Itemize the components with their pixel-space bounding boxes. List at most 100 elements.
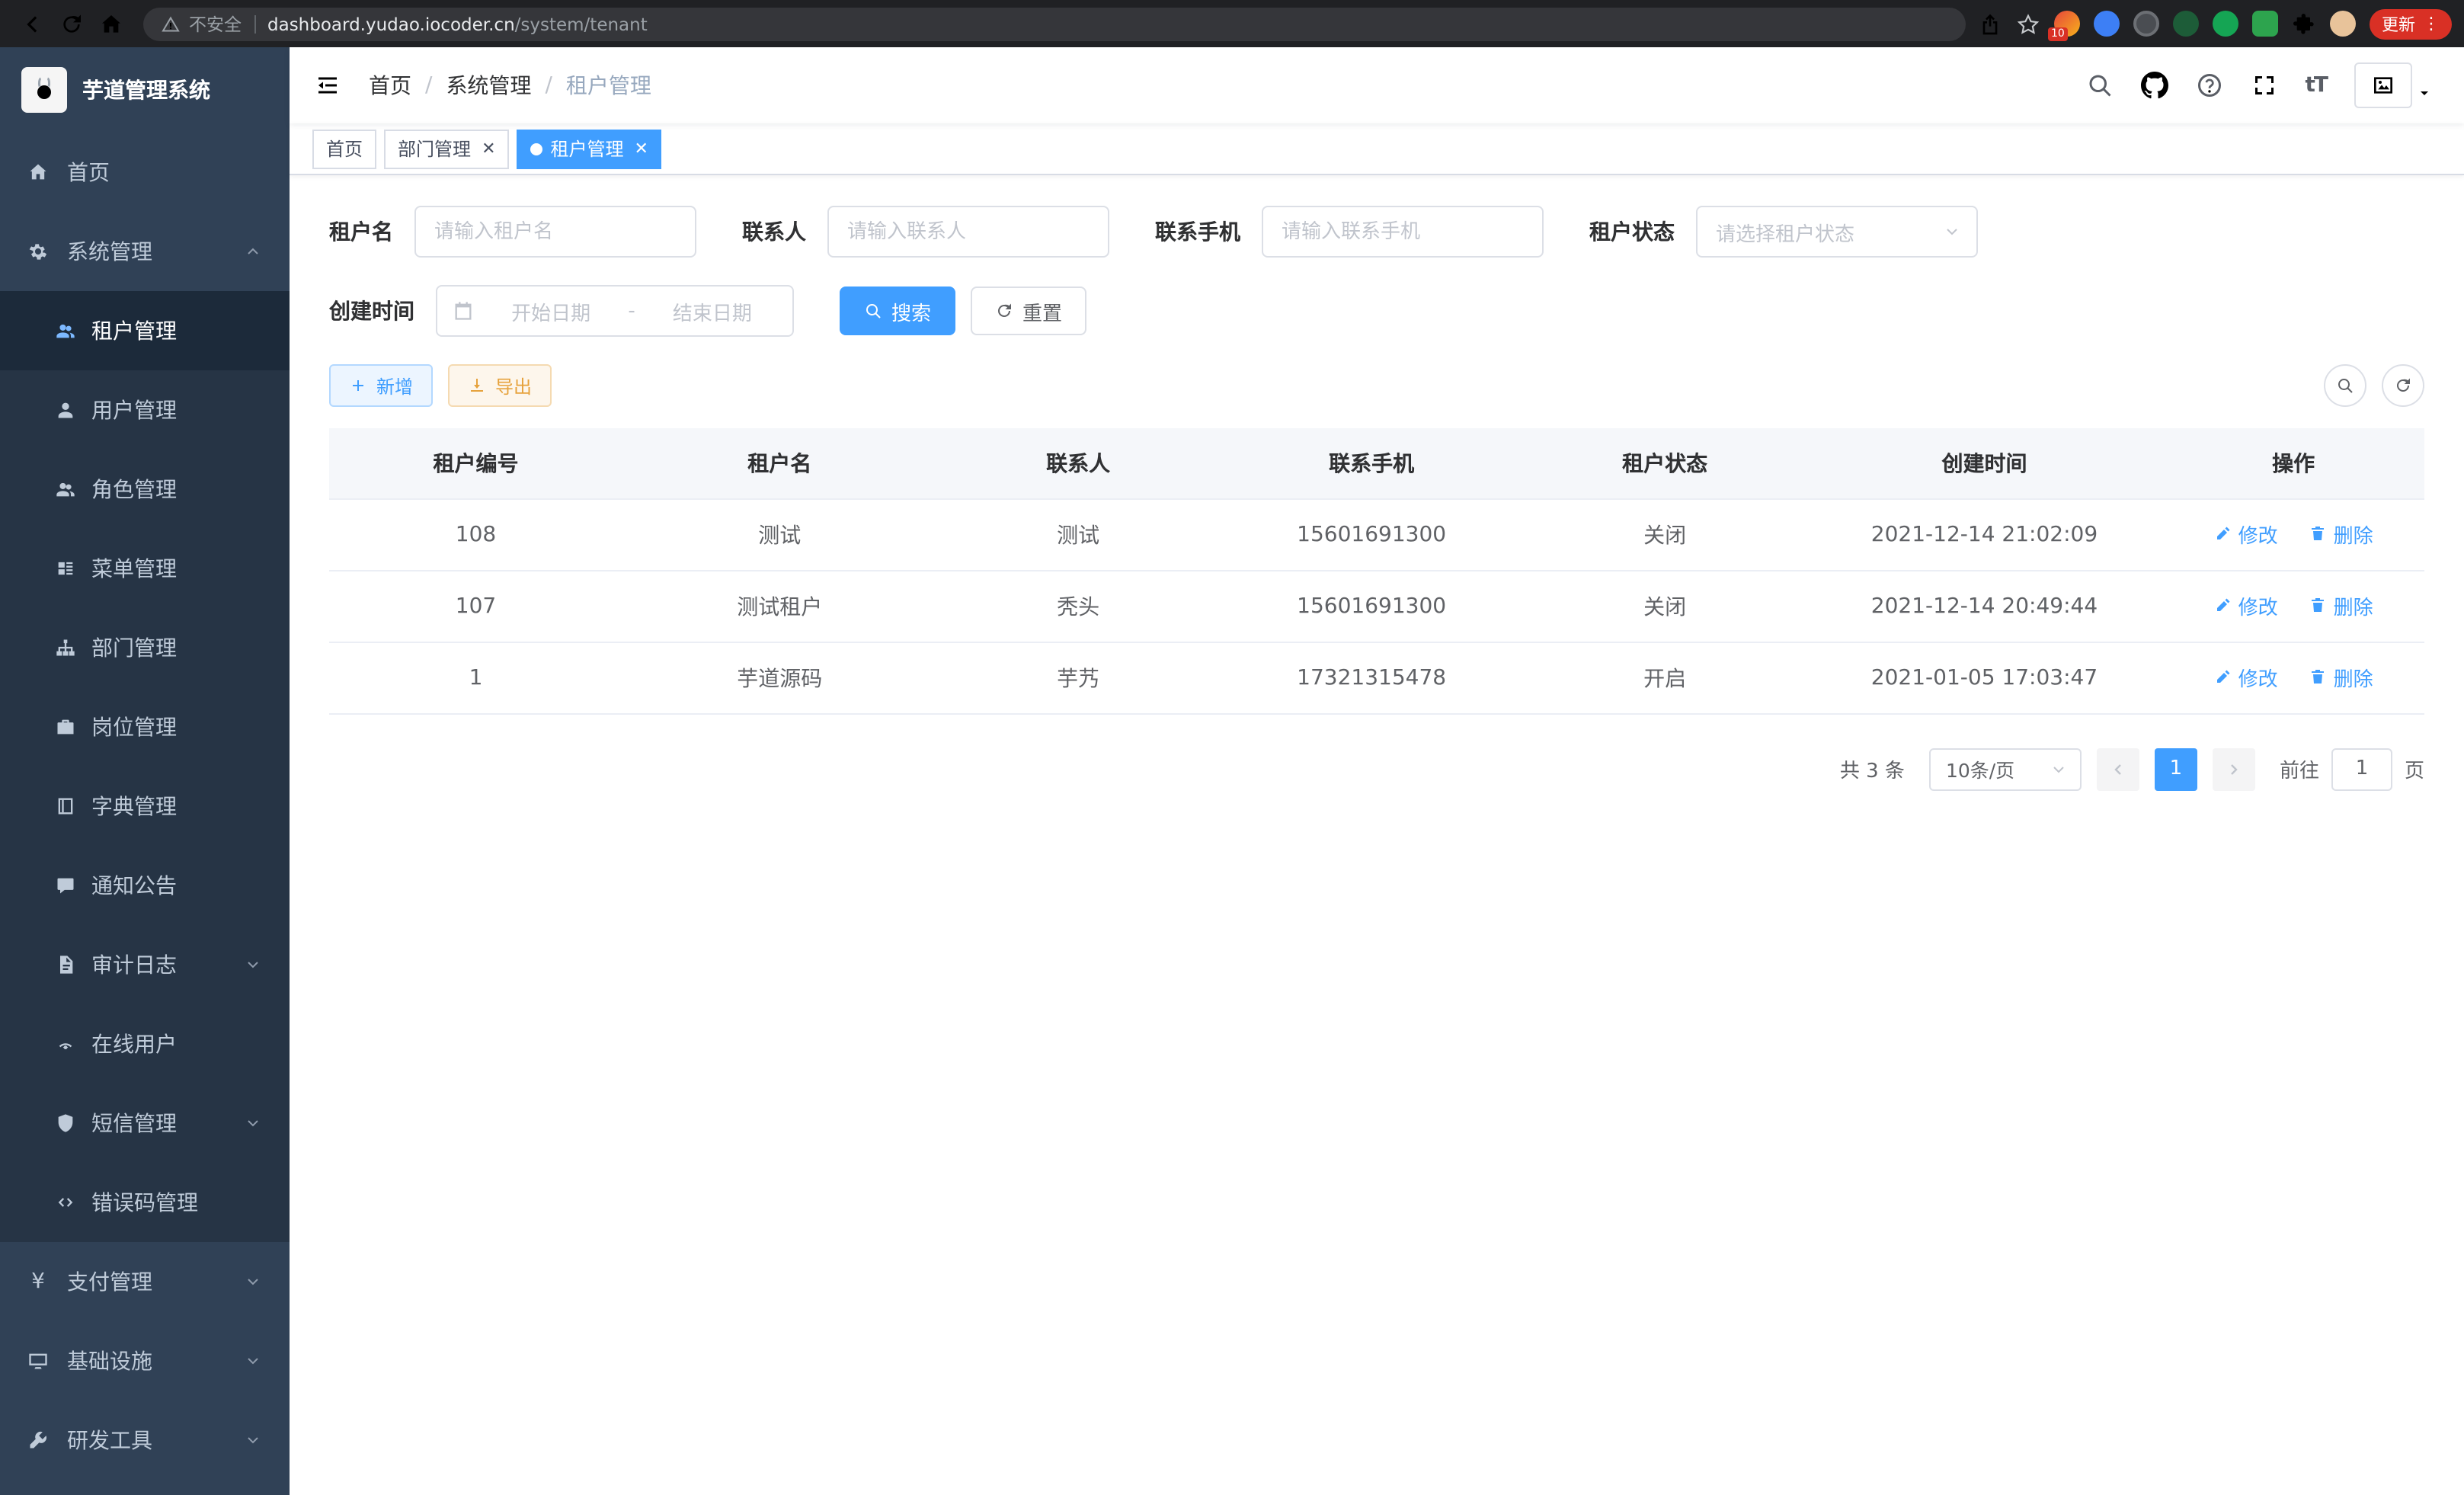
breadcrumb-home[interactable]: 首页 — [369, 70, 411, 101]
breadcrumb-separator: / — [545, 73, 552, 98]
extensions-puzzle-icon[interactable] — [2292, 11, 2316, 36]
contact-input[interactable] — [827, 206, 1109, 258]
sidebar: 芋道管理系统 首页 系统管理 租户管理 用户管理 — [0, 47, 290, 1495]
fullscreen-button[interactable] — [2251, 72, 2278, 99]
tab-home[interactable]: 首页 — [312, 129, 376, 168]
extension-icon-6[interactable] — [2252, 11, 2278, 37]
col-create-time: 创建时间 — [1806, 428, 2163, 498]
yen-icon: ¥ — [27, 1269, 49, 1294]
font-size-button[interactable]: tT — [2306, 73, 2328, 98]
sidebar-item-tenant[interactable]: 租户管理 — [0, 291, 290, 370]
help-button[interactable] — [2196, 72, 2223, 99]
sidebar-item-post[interactable]: 岗位管理 — [0, 687, 290, 767]
sidebar-item-label: 首页 — [67, 157, 110, 187]
extension-icon-2[interactable] — [2094, 11, 2120, 37]
reset-button[interactable]: 重置 — [971, 287, 1086, 335]
show-search-button[interactable] — [2324, 364, 2366, 407]
gear-icon — [27, 241, 49, 262]
tab-tenant[interactable]: 租户管理 ✕ — [517, 129, 662, 168]
url-bar[interactable]: 不安全 dashboard.yudao.iocoder.cn/system/te… — [143, 7, 1966, 40]
extension-icon-1[interactable]: 10 — [2054, 11, 2080, 37]
sidebar-item-label: 基础设施 — [67, 1346, 152, 1376]
next-page-button[interactable] — [2213, 748, 2255, 790]
extension-icon-4[interactable] — [2173, 11, 2199, 37]
breadcrumb-current: 租户管理 — [566, 70, 651, 101]
sidebar-item-notice[interactable]: 通知公告 — [0, 846, 290, 925]
sidebar-item-label: 用户管理 — [91, 395, 177, 425]
sidebar-item-label: 通知公告 — [91, 870, 177, 901]
logo-title: 芋道管理系统 — [82, 75, 210, 105]
page-size-select[interactable]: 10条/页 — [1929, 748, 2082, 790]
tab-label: 租户管理 — [551, 136, 624, 162]
sidebar-item-user[interactable]: 用户管理 — [0, 370, 290, 450]
audit-doc-icon — [55, 954, 76, 975]
export-label: 导出 — [495, 373, 532, 399]
filter-status: 租户状态 请选择租户状态 — [1589, 206, 1978, 258]
sidebar-item-online-user[interactable]: 在线用户 — [0, 1004, 290, 1084]
back-icon[interactable] — [12, 4, 52, 43]
add-button[interactable]: 新增 — [329, 364, 433, 407]
extension-icon-3[interactable] — [2133, 11, 2159, 37]
collapse-sidebar-button[interactable] — [314, 72, 341, 99]
delete-link[interactable]: 删除 — [2309, 591, 2373, 620]
cell-tenant-id: 108 — [329, 498, 622, 570]
sidebar-item-error-code[interactable]: 错误码管理 — [0, 1163, 290, 1242]
extension-icon-5[interactable] — [2213, 11, 2238, 37]
sidebar-item-sms[interactable]: 短信管理 — [0, 1084, 290, 1163]
sidebar-item-menu[interactable]: 菜单管理 — [0, 529, 290, 608]
browser-actions: 10 更新 ⋮ — [1978, 8, 2452, 39]
update-button[interactable]: 更新 ⋮ — [2370, 8, 2452, 39]
tenant-status-select[interactable]: 请选择租户状态 — [1696, 206, 1978, 258]
cell-tenant-id: 1 — [329, 642, 622, 713]
sidebar-item-infra[interactable]: 基础设施 — [0, 1321, 290, 1401]
prev-page-button[interactable] — [2097, 748, 2139, 790]
cell-tenant-name: 芋道源码 — [622, 642, 937, 713]
refresh-icon[interactable] — [52, 4, 91, 43]
search-button[interactable]: 搜索 — [840, 287, 955, 335]
edit-link[interactable]: 修改 — [2214, 520, 2278, 549]
edit-link[interactable]: 修改 — [2214, 663, 2278, 692]
mobile-input[interactable] — [1262, 206, 1544, 258]
tab-label: 部门管理 — [398, 136, 471, 162]
sidebar-item-system[interactable]: 系统管理 — [0, 212, 290, 291]
breadcrumb-system[interactable]: 系统管理 — [446, 70, 531, 101]
close-icon[interactable]: ✕ — [635, 139, 648, 158]
sidebar-item-dict[interactable]: 字典管理 — [0, 767, 290, 846]
sidebar-item-role[interactable]: 角色管理 — [0, 450, 290, 529]
font-size-icon: tT — [2306, 73, 2328, 98]
tenant-name-input[interactable] — [414, 206, 696, 258]
sidebar-item-dept[interactable]: 部门管理 — [0, 608, 290, 687]
home-icon[interactable] — [91, 4, 131, 43]
sidebar-item-home[interactable]: 首页 — [0, 133, 290, 212]
share-icon[interactable] — [1978, 11, 2002, 36]
github-button[interactable] — [2141, 72, 2168, 99]
date-range-picker[interactable]: 开始日期 - 结束日期 — [436, 285, 794, 337]
url-path: /system/tenant — [515, 13, 648, 34]
goto-page-input[interactable] — [2331, 748, 2392, 790]
delete-link[interactable]: 删除 — [2309, 520, 2373, 549]
sidebar-item-audit-log[interactable]: 审计日志 — [0, 925, 290, 1004]
sidebar-item-devtools[interactable]: 研发工具 — [0, 1401, 290, 1480]
start-date-placeholder: 开始日期 — [486, 296, 616, 325]
user-avatar-dropdown[interactable] — [2354, 62, 2434, 108]
sidebar-logo[interactable]: 芋道管理系统 — [0, 47, 290, 133]
create-time-label: 创建时间 — [329, 296, 414, 326]
sidebar-item-label: 研发工具 — [67, 1425, 152, 1455]
cell-tenant-name: 测试租户 — [622, 570, 937, 642]
search-button[interactable] — [2086, 72, 2114, 99]
tab-dept[interactable]: 部门管理 ✕ — [384, 129, 509, 168]
url-domain: dashboard.yudao.iocoder.cn — [267, 13, 515, 34]
close-icon[interactable]: ✕ — [482, 139, 495, 158]
export-button[interactable]: 导出 — [448, 364, 552, 407]
question-circle-icon — [2196, 72, 2223, 99]
cell-mobile: 17321315478 — [1220, 642, 1524, 713]
refresh-table-button[interactable] — [2382, 364, 2424, 407]
sidebar-item-pay[interactable]: ¥ 支付管理 — [0, 1242, 290, 1321]
bookmark-star-icon[interactable] — [2016, 11, 2040, 36]
screen: 不安全 dashboard.yudao.iocoder.cn/system/te… — [0, 0, 2464, 1495]
page-number-button[interactable]: 1 — [2155, 748, 2197, 790]
edit-link[interactable]: 修改 — [2214, 591, 2278, 620]
delete-link[interactable]: 删除 — [2309, 663, 2373, 692]
cell-contact: 测试 — [937, 498, 1220, 570]
profile-avatar[interactable] — [2330, 11, 2356, 37]
